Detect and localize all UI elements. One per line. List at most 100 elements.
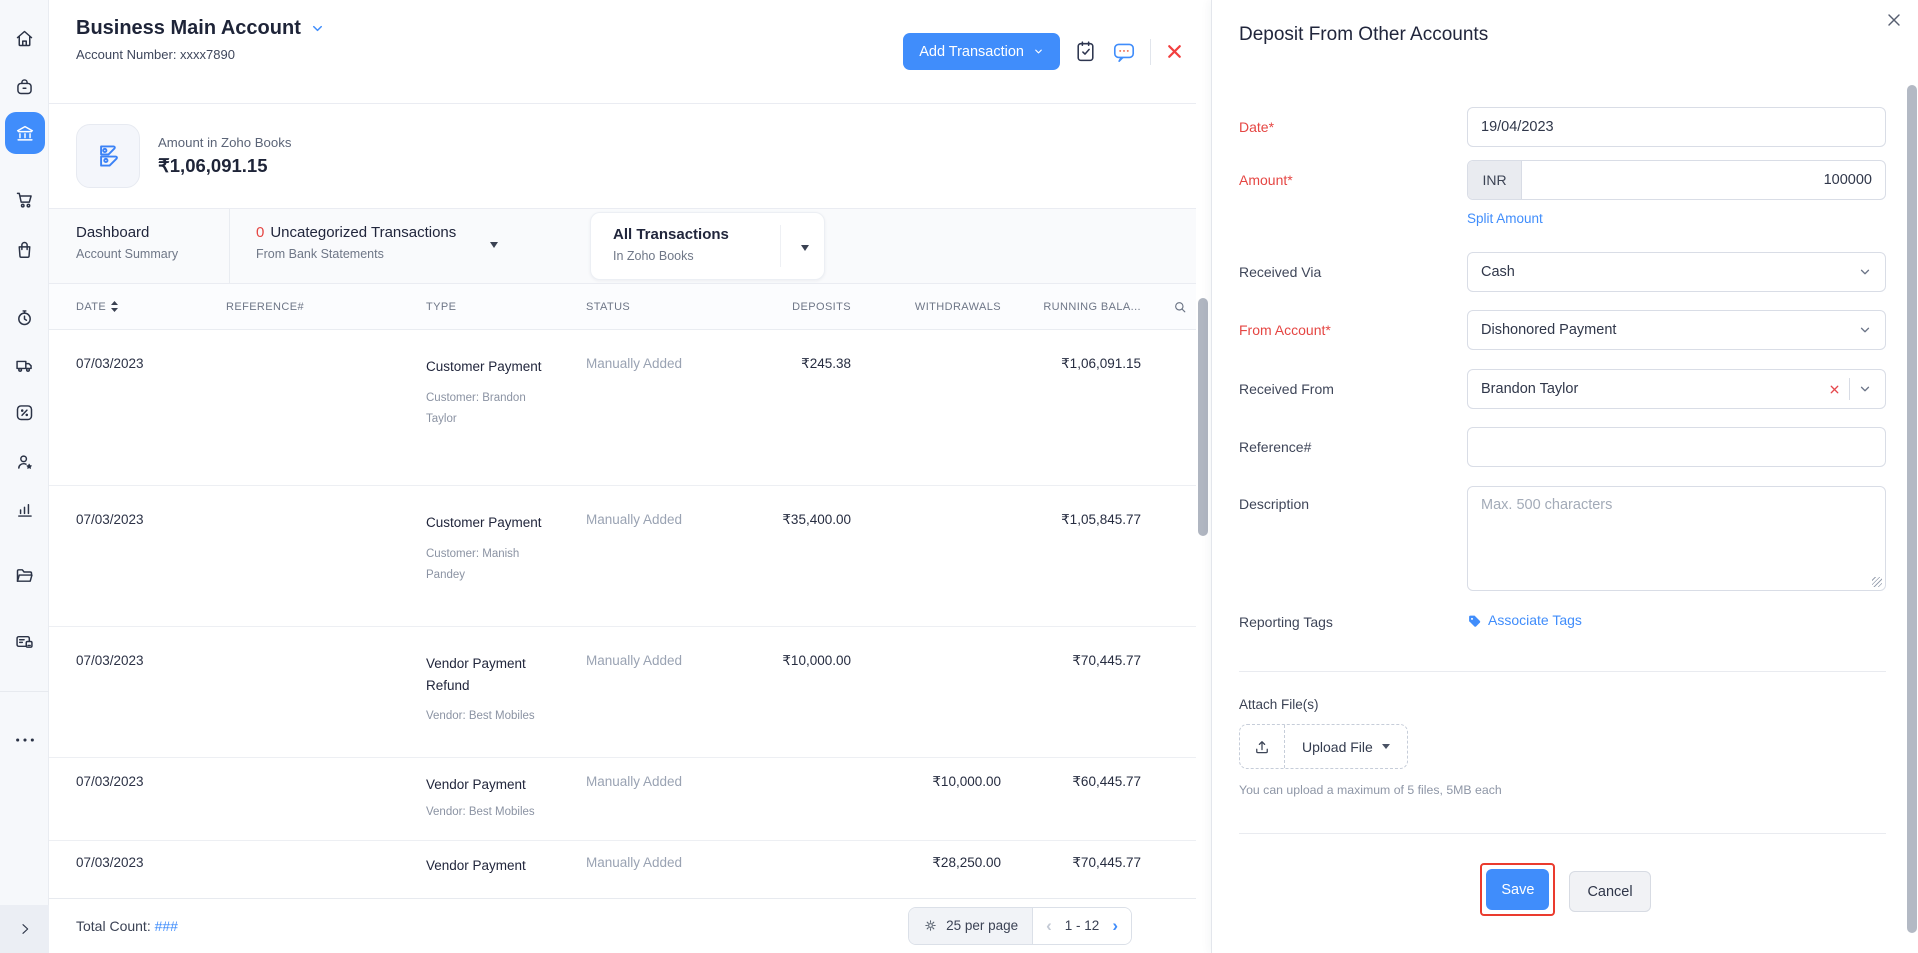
tote-bag-icon[interactable] — [0, 239, 49, 260]
tab-all-transactions[interactable]: All Transactions In Zoho Books — [590, 212, 825, 280]
ellipsis-icon[interactable] — [0, 735, 49, 745]
amount-label: Amount in Zoho Books — [158, 135, 291, 150]
column-reference[interactable]: REFERENCE# — [226, 301, 426, 313]
tab-uncategorized-transactions[interactable]: 0Uncategorized Transactions From Bank St… — [230, 209, 560, 283]
combo-divider — [1849, 378, 1850, 400]
upload-file-button[interactable]: Upload File — [1239, 724, 1408, 769]
zoho-books-logo-icon — [76, 124, 140, 188]
column-running-balance[interactable]: RUNNING BALA... — [1001, 301, 1141, 313]
page-prev-icon[interactable]: ‹ — [1046, 917, 1052, 934]
chevron-right-icon — [17, 921, 33, 937]
amount-field: INR — [1467, 160, 1886, 200]
total-count: Total Count: ### — [76, 918, 178, 934]
date-field[interactable] — [1467, 107, 1886, 147]
reference-field[interactable] — [1467, 427, 1886, 467]
amount-input[interactable] — [1522, 161, 1885, 199]
page-next-icon[interactable]: › — [1112, 917, 1118, 934]
deposit-panel: Deposit From Other Accounts Date* Amount… — [1211, 0, 1918, 953]
bar-chart-icon[interactable] — [0, 499, 49, 520]
tab-dashboard[interactable]: Dashboard Account Summary — [49, 209, 230, 283]
sort-icon[interactable] — [111, 301, 118, 312]
chevron-down-icon — [1858, 382, 1872, 396]
panel-divider — [1239, 671, 1886, 672]
upload-icon — [1240, 725, 1285, 768]
zoho-books-app: Business Main Account Account Number: xx… — [0, 0, 1918, 953]
panel-title: Deposit From Other Accounts — [1239, 24, 1488, 46]
account-title-dropdown[interactable]: Business Main Account — [76, 17, 325, 40]
save-button[interactable]: Save — [1486, 869, 1549, 910]
currency-code[interactable]: INR — [1468, 161, 1522, 199]
received-via-select[interactable]: Cash — [1467, 252, 1886, 292]
save-highlight-annotation: Save — [1480, 863, 1555, 916]
tag-icon — [1467, 613, 1482, 628]
panel-divider — [1239, 833, 1886, 834]
bank-icon[interactable] — [5, 112, 45, 154]
chevron-down-icon — [1033, 46, 1044, 57]
amount-summary: Amount in Zoho Books ₹1,06,091.15 — [49, 104, 1196, 209]
stopwatch-icon[interactable] — [0, 307, 49, 328]
shopping-cart-icon[interactable] — [0, 189, 49, 210]
table-footer: Total Count: ### 25 per page ‹ 1 - 12 › — [49, 898, 1196, 952]
account-tabs: Dashboard Account Summary 0Uncategorized… — [49, 209, 1196, 284]
percent-box-icon[interactable] — [0, 402, 49, 423]
shopping-bag-icon[interactable] — [0, 76, 49, 97]
description-field[interactable] — [1467, 486, 1886, 591]
total-count-value[interactable]: ### — [155, 918, 178, 934]
transactions-table: 07/03/2023 Customer PaymentCustomer: Bra… — [49, 330, 1196, 898]
column-deposits[interactable]: DEPOSITS — [726, 301, 851, 313]
description-input[interactable] — [1468, 487, 1885, 590]
app-sidebar — [0, 0, 49, 953]
main-scrollbar — [1196, 0, 1211, 953]
folder-icon[interactable] — [0, 565, 49, 586]
date-input[interactable] — [1468, 108, 1885, 146]
card-pencil-icon[interactable] — [0, 631, 49, 652]
resize-grip[interactable] — [1872, 577, 1882, 587]
main-content: Business Main Account Account Number: xx… — [49, 0, 1196, 953]
split-amount-link[interactable]: Split Amount — [1467, 211, 1543, 226]
gear-icon — [923, 918, 938, 933]
sidebar-expand-button[interactable] — [0, 905, 49, 953]
table-header: DATE REFERENCE# TYPE STATUS DEPOSITS WIT… — [49, 284, 1196, 330]
column-date[interactable]: DATE — [76, 301, 226, 313]
received-from-combo[interactable]: Brandon Taylor — [1467, 369, 1886, 409]
user-star-icon[interactable] — [0, 451, 49, 472]
attach-files-label: Attach File(s) — [1239, 697, 1319, 712]
dropdown-caret-icon — [1382, 744, 1390, 749]
add-transaction-button[interactable]: Add Transaction — [903, 33, 1060, 70]
search-icon[interactable] — [1172, 299, 1188, 315]
transaction-row[interactable]: 07/03/2023 Vendor Payment RefundVendor: … — [49, 627, 1196, 758]
transaction-row[interactable]: 07/03/2023 Vendor PaymentVendor: Best Mo… — [49, 758, 1196, 841]
chat-feedback-icon[interactable] — [1111, 39, 1137, 65]
page-title: Business Main Account — [76, 17, 301, 40]
header-divider — [1150, 39, 1151, 65]
column-type[interactable]: TYPE — [426, 301, 586, 313]
panel-close-icon[interactable] — [1884, 10, 1904, 33]
transaction-row[interactable]: 07/03/2023 Customer PaymentCustomer: Bra… — [49, 330, 1196, 486]
delivery-truck-icon[interactable] — [0, 354, 49, 375]
associate-tags-link[interactable]: Associate Tags — [1467, 612, 1582, 628]
chevron-down-icon — [310, 21, 325, 36]
column-status[interactable]: STATUS — [586, 301, 726, 313]
panel-scrollbar-thumb[interactable] — [1907, 85, 1917, 933]
account-number: Account Number: xxxx7890 — [76, 47, 325, 62]
cancel-button[interactable]: Cancel — [1569, 871, 1650, 912]
chevron-down-icon — [1858, 323, 1872, 337]
clear-selection-icon[interactable] — [1828, 383, 1841, 396]
main-scrollbar-thumb[interactable] — [1198, 298, 1208, 536]
column-withdrawals[interactable]: WITHDRAWALS — [851, 301, 1001, 313]
dropdown-caret-icon[interactable] — [490, 242, 498, 248]
transaction-row[interactable]: 07/03/2023 Customer PaymentCustomer: Man… — [49, 486, 1196, 627]
account-header: Business Main Account Account Number: xx… — [49, 0, 1196, 104]
amount-value: ₹1,06,091.15 — [158, 155, 291, 177]
close-account-icon[interactable] — [1164, 41, 1185, 62]
transaction-row[interactable]: 07/03/2023 Vendor Payment Manually Added… — [49, 841, 1196, 898]
home-icon[interactable] — [0, 28, 49, 49]
per-page-selector[interactable]: 25 per page — [909, 908, 1033, 944]
from-account-select[interactable]: Dishonored Payment — [1467, 310, 1886, 350]
clipboard-check-icon[interactable] — [1073, 38, 1098, 65]
reference-input[interactable] — [1468, 428, 1885, 466]
tab-divider — [780, 225, 781, 267]
chevron-down-icon — [1858, 265, 1872, 279]
dropdown-caret-icon[interactable] — [801, 245, 809, 251]
page-range: 1 - 12 — [1065, 918, 1100, 933]
